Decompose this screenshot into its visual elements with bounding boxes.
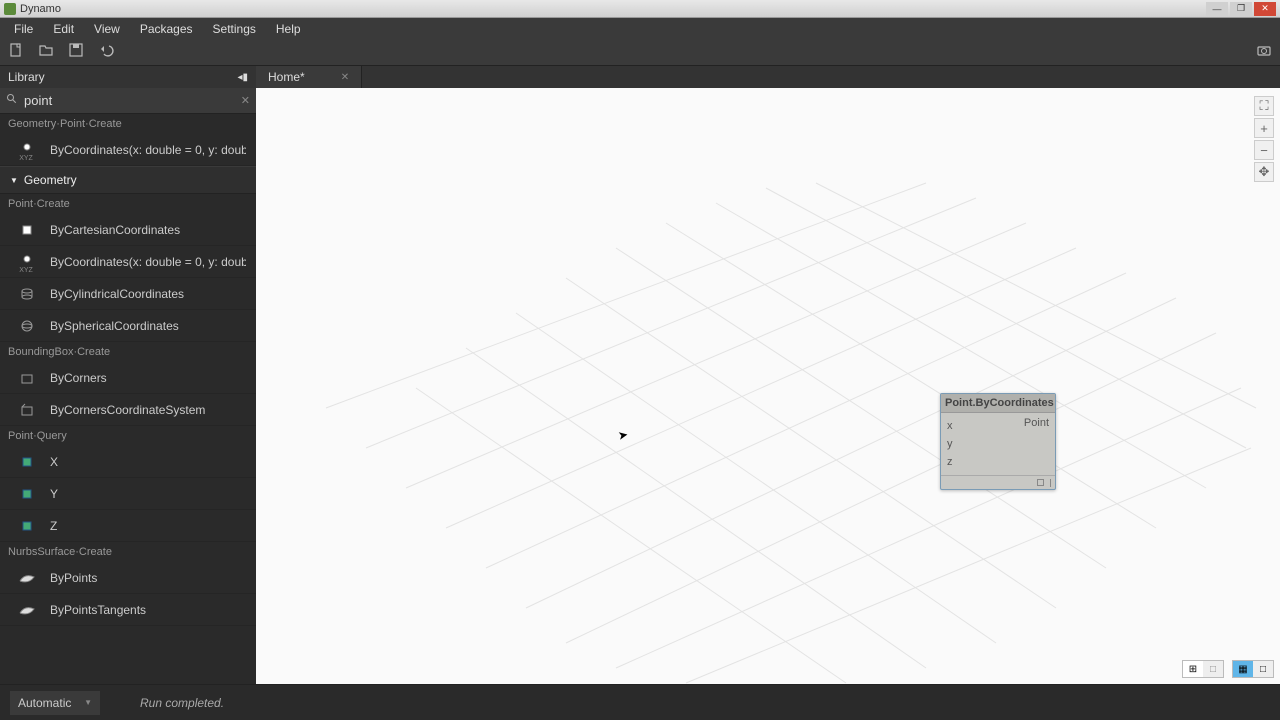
open-file-icon[interactable] bbox=[38, 42, 54, 63]
search-box[interactable]: ✕ bbox=[0, 88, 256, 114]
node-inputs: x y z bbox=[941, 413, 959, 475]
list-item[interactable]: Y bbox=[0, 478, 256, 510]
graph-view-alt-icon[interactable]: □ bbox=[1203, 661, 1223, 677]
search-input[interactable] bbox=[24, 93, 250, 108]
list-item[interactable]: BySphericalCoordinates bbox=[0, 310, 256, 342]
library-panel: Library ◂▮ ✕ Geometry·Point·Create XYZ B… bbox=[0, 66, 256, 684]
cube-icon bbox=[18, 221, 36, 239]
subheader-bb-create: BoundingBox·Create bbox=[0, 342, 256, 362]
3d-view-icon[interactable]: ▦ bbox=[1233, 661, 1253, 677]
menu-packages[interactable]: Packages bbox=[130, 19, 203, 39]
list-item[interactable]: ByCartesianCoordinates bbox=[0, 214, 256, 246]
list-item[interactable]: X bbox=[0, 446, 256, 478]
close-tab-icon[interactable]: ✕ bbox=[341, 72, 349, 83]
sphere-icon bbox=[18, 317, 36, 335]
grid-icon bbox=[256, 88, 1280, 684]
list-item-label: ByCoordinates(x: double = 0, y: double bbox=[50, 143, 246, 157]
viewport-toggle: ⊞ □ ▦ □ bbox=[1182, 660, 1274, 678]
list-item[interactable]: ByCylindricalCoordinates bbox=[0, 278, 256, 310]
view-controls: ⛶ + − ✥ bbox=[1254, 96, 1274, 182]
list-item[interactable]: ByCorners bbox=[0, 362, 256, 394]
menu-view[interactable]: View bbox=[84, 19, 130, 39]
menu-edit[interactable]: Edit bbox=[43, 19, 84, 39]
graph-view-icon[interactable]: ⊞ bbox=[1183, 661, 1203, 677]
pan-icon[interactable]: ✥ bbox=[1254, 162, 1274, 182]
box-icon bbox=[18, 369, 36, 387]
surface-icon bbox=[18, 569, 36, 587]
subheader-point-query: Point·Query bbox=[0, 426, 256, 446]
subheader-nurbs-create: NurbsSurface·Create bbox=[0, 542, 256, 562]
list-item[interactable]: XYZByCoordinates(x: double = 0, y: doubl… bbox=[0, 246, 256, 278]
app-logo-icon bbox=[4, 3, 16, 15]
box-cs-icon bbox=[18, 401, 36, 419]
menu-help[interactable]: Help bbox=[266, 19, 311, 39]
cursor-icon: ➤ bbox=[617, 427, 629, 443]
menu-settings[interactable]: Settings bbox=[203, 19, 266, 39]
node-title: Point.ByCoordinates bbox=[941, 394, 1055, 413]
workspace: Home* ✕ bbox=[256, 66, 1280, 684]
camera-icon[interactable] bbox=[1256, 42, 1272, 63]
point-icon: XYZ bbox=[18, 141, 36, 159]
titlebar: Dynamo — ❐ ✕ bbox=[0, 0, 1280, 18]
menu-file[interactable]: File bbox=[4, 19, 43, 39]
node-point-bycoordinates[interactable]: Point.ByCoordinates x y z Point bbox=[940, 393, 1056, 490]
list-item[interactable]: XYZ ByCoordinates(x: double = 0, y: doub… bbox=[0, 134, 256, 166]
clear-search-icon[interactable]: ✕ bbox=[241, 94, 250, 107]
undo-icon[interactable] bbox=[98, 42, 114, 63]
new-file-icon[interactable] bbox=[8, 42, 24, 63]
z-icon bbox=[18, 517, 36, 535]
x-icon bbox=[18, 453, 36, 471]
3d-view-alt-icon[interactable]: □ bbox=[1253, 661, 1273, 677]
list-item[interactable]: ByCornersCoordinateSystem bbox=[0, 394, 256, 426]
list-item[interactable]: ByPoints bbox=[0, 562, 256, 594]
zoom-out-icon[interactable]: − bbox=[1254, 140, 1274, 160]
node-footer bbox=[941, 475, 1055, 489]
close-button[interactable]: ✕ bbox=[1254, 2, 1276, 16]
toolbar bbox=[0, 40, 1280, 66]
category-geometry[interactable]: ▼ Geometry bbox=[0, 166, 256, 194]
port-x[interactable]: x bbox=[947, 417, 953, 435]
status-message: Run completed. bbox=[140, 696, 224, 710]
statusbar: Automatic ▼ Run completed. bbox=[0, 684, 1280, 720]
port-y[interactable]: y bbox=[947, 435, 953, 453]
minimize-button[interactable]: — bbox=[1206, 2, 1228, 16]
cylinder-icon bbox=[18, 285, 36, 303]
lacing-icon[interactable] bbox=[1050, 479, 1051, 487]
port-z[interactable]: z bbox=[947, 453, 953, 471]
list-item[interactable]: ByPointsTangents bbox=[0, 594, 256, 626]
library-header: Library ◂▮ bbox=[0, 66, 256, 88]
list-item[interactable]: Z bbox=[0, 510, 256, 542]
chevron-down-icon: ▼ bbox=[84, 698, 92, 707]
tabs: Home* ✕ bbox=[256, 66, 1280, 88]
point-icon: XYZ bbox=[18, 253, 36, 271]
subheader-point-create: Point·Create bbox=[0, 194, 256, 214]
canvas[interactable]: Point.ByCoordinates x y z Point bbox=[256, 88, 1280, 684]
menubar: File Edit View Packages Settings Help bbox=[0, 18, 1280, 40]
chevron-down-icon: ▼ bbox=[10, 176, 18, 185]
node-outputs: Point bbox=[1018, 413, 1055, 475]
port-point[interactable]: Point bbox=[1024, 417, 1049, 429]
subheader-geometry-point-create: Geometry·Point·Create bbox=[0, 114, 256, 134]
preview-toggle-icon[interactable] bbox=[1037, 479, 1044, 486]
save-file-icon[interactable] bbox=[68, 42, 84, 63]
tab-home[interactable]: Home* ✕ bbox=[256, 66, 362, 88]
collapse-panel-icon[interactable]: ◂▮ bbox=[237, 72, 248, 83]
run-mode-select[interactable]: Automatic ▼ bbox=[10, 691, 100, 715]
zoom-in-icon[interactable]: + bbox=[1254, 118, 1274, 138]
maximize-button[interactable]: ❐ bbox=[1230, 2, 1252, 16]
library-title: Library bbox=[8, 70, 45, 84]
fit-view-icon[interactable]: ⛶ bbox=[1254, 96, 1274, 116]
search-icon bbox=[6, 93, 18, 108]
y-icon bbox=[18, 485, 36, 503]
surface-tan-icon bbox=[18, 601, 36, 619]
app-title: Dynamo bbox=[20, 3, 61, 15]
